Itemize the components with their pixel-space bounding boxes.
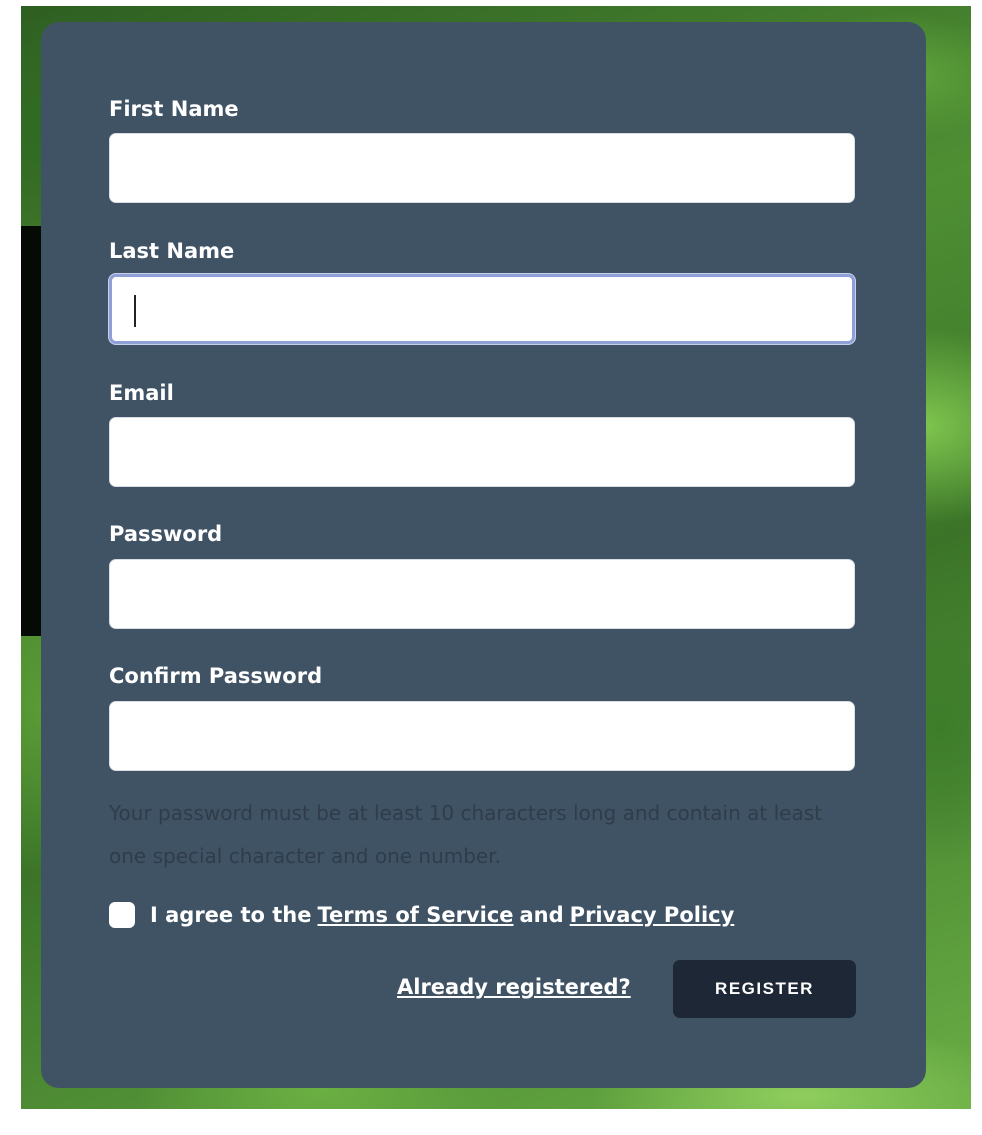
agree-prefix-text: I agree to the <box>150 903 312 927</box>
first-name-label: First Name <box>109 97 239 121</box>
confirm-password-label: Confirm Password <box>109 664 323 688</box>
confirm-password-input[interactable] <box>109 701 855 771</box>
text-cursor <box>134 295 136 327</box>
password-requirements-hint: Your password must be at least 10 charac… <box>109 801 822 868</box>
already-registered-link[interactable]: Already registered? <box>397 975 631 999</box>
registration-form: First Name Last Name Email Password Conf… <box>41 22 926 1088</box>
last-name-label: Last Name <box>109 239 235 263</box>
registration-page: First Name Last Name Email Password Conf… <box>0 0 982 1135</box>
terms-of-service-link[interactable]: Terms of Service <box>318 903 514 927</box>
password-input[interactable] <box>109 559 855 629</box>
last-name-input[interactable] <box>109 274 855 344</box>
email-label: Email <box>109 381 174 405</box>
privacy-policy-link[interactable]: Privacy Policy <box>570 903 735 927</box>
email-input[interactable] <box>109 417 855 487</box>
first-name-input[interactable] <box>109 133 855 203</box>
password-label: Password <box>109 522 223 546</box>
terms-agreement-row: I agree to the Terms of Service and Priv… <box>109 900 740 930</box>
register-button[interactable]: REGISTER <box>673 960 856 1018</box>
agree-middle-text: and <box>519 903 564 927</box>
terms-checkbox[interactable] <box>109 902 135 928</box>
